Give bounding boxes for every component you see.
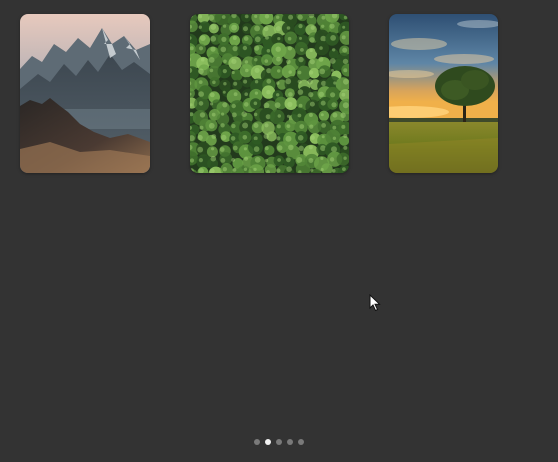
page-dot-3[interactable] bbox=[276, 439, 282, 445]
page-dot-4[interactable] bbox=[287, 439, 293, 445]
page-indicator bbox=[0, 439, 558, 445]
photo-card-forest[interactable] bbox=[190, 14, 349, 173]
forest-photo bbox=[190, 14, 349, 173]
gallery-stage bbox=[0, 0, 558, 462]
tree-photo bbox=[389, 14, 498, 173]
photo-card-mountain[interactable] bbox=[20, 14, 150, 173]
mouse-pointer-icon bbox=[369, 294, 381, 312]
page-dot-1[interactable] bbox=[254, 439, 260, 445]
photo-card-tree[interactable] bbox=[389, 14, 498, 173]
page-dot-5[interactable] bbox=[298, 439, 304, 445]
mountain-photo bbox=[20, 14, 150, 173]
page-dot-2[interactable] bbox=[265, 439, 271, 445]
